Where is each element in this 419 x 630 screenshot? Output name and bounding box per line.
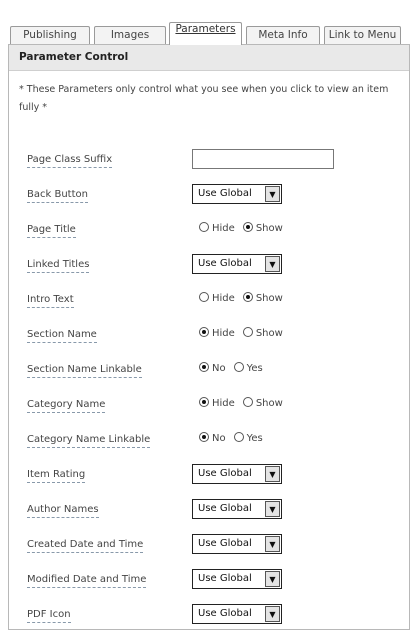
- tab-meta-info[interactable]: Meta Info: [246, 26, 320, 44]
- param-row-category-name: Category Name Hide Show: [9, 394, 409, 418]
- param-label-category-name-linkable: Category Name Linkable: [27, 434, 151, 448]
- category-name-radio-hide[interactable]: [199, 397, 209, 407]
- category-name-option-hide-label: Hide: [212, 398, 235, 409]
- section-name-radio-show[interactable]: [242, 327, 253, 337]
- category-name-linkable-radio-group: No Yes: [199, 432, 271, 444]
- tab-bar: Publishing Images Parameters Meta Info L…: [8, 18, 410, 45]
- param-row-intro-text: Intro Text Hide Show: [9, 289, 409, 313]
- chevron-down-icon[interactable]: ▼: [265, 536, 280, 552]
- category-name-linkable-radio-no[interactable]: [199, 432, 209, 442]
- page-title-option-show-label: Show: [255, 223, 283, 234]
- category-name-linkable-option-no-label: No: [212, 433, 226, 444]
- linked-titles-select-value: Use Global: [198, 258, 252, 269]
- chevron-down-icon[interactable]: ▼: [265, 606, 280, 622]
- intro-text-radio-show[interactable]: [242, 292, 253, 302]
- pdf-icon-select[interactable]: Use Global ▼: [192, 604, 282, 624]
- param-label-author-names: Author Names: [27, 504, 99, 518]
- chevron-down-icon[interactable]: ▼: [265, 186, 280, 202]
- created-date-and-time-select[interactable]: Use Global ▼: [192, 534, 282, 554]
- param-row-modified-date-and-time: Modified Date and Time Use Global ▼: [9, 569, 409, 593]
- param-label-modified-date-and-time: Modified Date and Time: [27, 574, 147, 588]
- section-name-linkable-radio-group: No Yes: [199, 362, 271, 374]
- category-name-radio-show[interactable]: [242, 397, 253, 407]
- param-row-pdf-icon: PDF Icon Use Global ▼: [9, 604, 409, 628]
- param-label-intro-text: Intro Text: [27, 294, 74, 308]
- param-row-linked-titles: Linked Titles Use Global ▼: [9, 254, 409, 278]
- linked-titles-select[interactable]: Use Global ▼: [192, 254, 282, 274]
- author-names-select[interactable]: Use Global ▼: [192, 499, 282, 519]
- tab-images[interactable]: Images: [94, 26, 166, 44]
- page-title-radio-group: Hide Show: [199, 222, 291, 234]
- param-label-pdf-icon: PDF Icon: [27, 609, 71, 623]
- param-row-page-title: Page Title Hide Show: [9, 219, 409, 243]
- param-label-page-title: Page Title: [27, 224, 76, 238]
- param-row-back-button: Back Button Use Global ▼: [9, 184, 409, 208]
- param-label-section-name: Section Name: [27, 329, 97, 343]
- panel-title: Parameter Control: [9, 45, 409, 71]
- page-class-suffix-input[interactable]: [192, 149, 334, 169]
- chevron-down-icon[interactable]: ▼: [265, 256, 280, 272]
- param-label-created-date-and-time: Created Date and Time: [27, 539, 144, 553]
- param-row-author-names: Author Names Use Global ▼: [9, 499, 409, 523]
- modified-date-and-time-select[interactable]: Use Global ▼: [192, 569, 282, 589]
- category-name-radio-group: Hide Show: [199, 397, 291, 409]
- category-name-linkable-option-yes-label: Yes: [246, 433, 263, 444]
- back-button-select-value: Use Global: [198, 188, 252, 199]
- category-name-linkable-radio-yes[interactable]: [233, 432, 244, 442]
- page-title-option-hide-label: Hide: [212, 223, 235, 234]
- intro-text-option-show-label: Show: [255, 293, 283, 304]
- author-names-select-value: Use Global: [198, 503, 252, 514]
- item-rating-select[interactable]: Use Global ▼: [192, 464, 282, 484]
- page-title-radio-show[interactable]: [242, 222, 253, 232]
- section-name-linkable-radio-no[interactable]: [199, 362, 209, 372]
- tab-link-to-menu[interactable]: Link to Menu: [324, 26, 401, 44]
- parameters-panel: Parameter Control * These Parameters onl…: [8, 44, 410, 630]
- intro-text-radio-hide[interactable]: [199, 292, 209, 302]
- param-row-item-rating: Item Rating Use Global ▼: [9, 464, 409, 488]
- param-row-category-name-linkable: Category Name Linkable No Yes: [9, 429, 409, 453]
- section-name-linkable-option-yes-label: Yes: [246, 363, 263, 374]
- modified-date-and-time-select-value: Use Global: [198, 573, 252, 584]
- param-label-back-button: Back Button: [27, 189, 88, 203]
- param-row-page-class-suffix: Page Class Suffix: [9, 149, 409, 173]
- back-button-select[interactable]: Use Global ▼: [192, 184, 282, 204]
- param-row-section-name: Section Name Hide Show: [9, 324, 409, 348]
- param-label-linked-titles: Linked Titles: [27, 259, 90, 273]
- item-rating-select-value: Use Global: [198, 468, 252, 479]
- tab-publishing[interactable]: Publishing: [10, 26, 90, 44]
- param-row-section-name-linkable: Section Name Linkable No Yes: [9, 359, 409, 383]
- created-date-and-time-select-value: Use Global: [198, 538, 252, 549]
- section-name-option-hide-label: Hide: [212, 328, 235, 339]
- chevron-down-icon[interactable]: ▼: [265, 571, 280, 587]
- chevron-down-icon[interactable]: ▼: [265, 501, 280, 517]
- chevron-down-icon[interactable]: ▼: [265, 466, 280, 482]
- tab-parameters[interactable]: Parameters: [169, 22, 242, 45]
- intro-text-radio-group: Hide Show: [199, 292, 291, 304]
- page-title-radio-hide[interactable]: [199, 222, 209, 232]
- section-name-radio-group: Hide Show: [199, 327, 291, 339]
- section-name-option-show-label: Show: [255, 328, 283, 339]
- section-name-linkable-radio-yes[interactable]: [233, 362, 244, 372]
- param-label-section-name-linkable: Section Name Linkable: [27, 364, 142, 378]
- category-name-option-show-label: Show: [255, 398, 283, 409]
- param-label-item-rating: Item Rating: [27, 469, 86, 483]
- param-row-created-date-and-time: Created Date and Time Use Global ▼: [9, 534, 409, 558]
- section-name-radio-hide[interactable]: [199, 327, 209, 337]
- param-label-category-name: Category Name: [27, 399, 106, 413]
- param-label-page-class-suffix: Page Class Suffix: [27, 154, 113, 168]
- pdf-icon-select-value: Use Global: [198, 608, 252, 619]
- panel-note: * These Parameters only control what you…: [19, 84, 389, 113]
- intro-text-option-hide-label: Hide: [212, 293, 235, 304]
- section-name-linkable-option-no-label: No: [212, 363, 226, 374]
